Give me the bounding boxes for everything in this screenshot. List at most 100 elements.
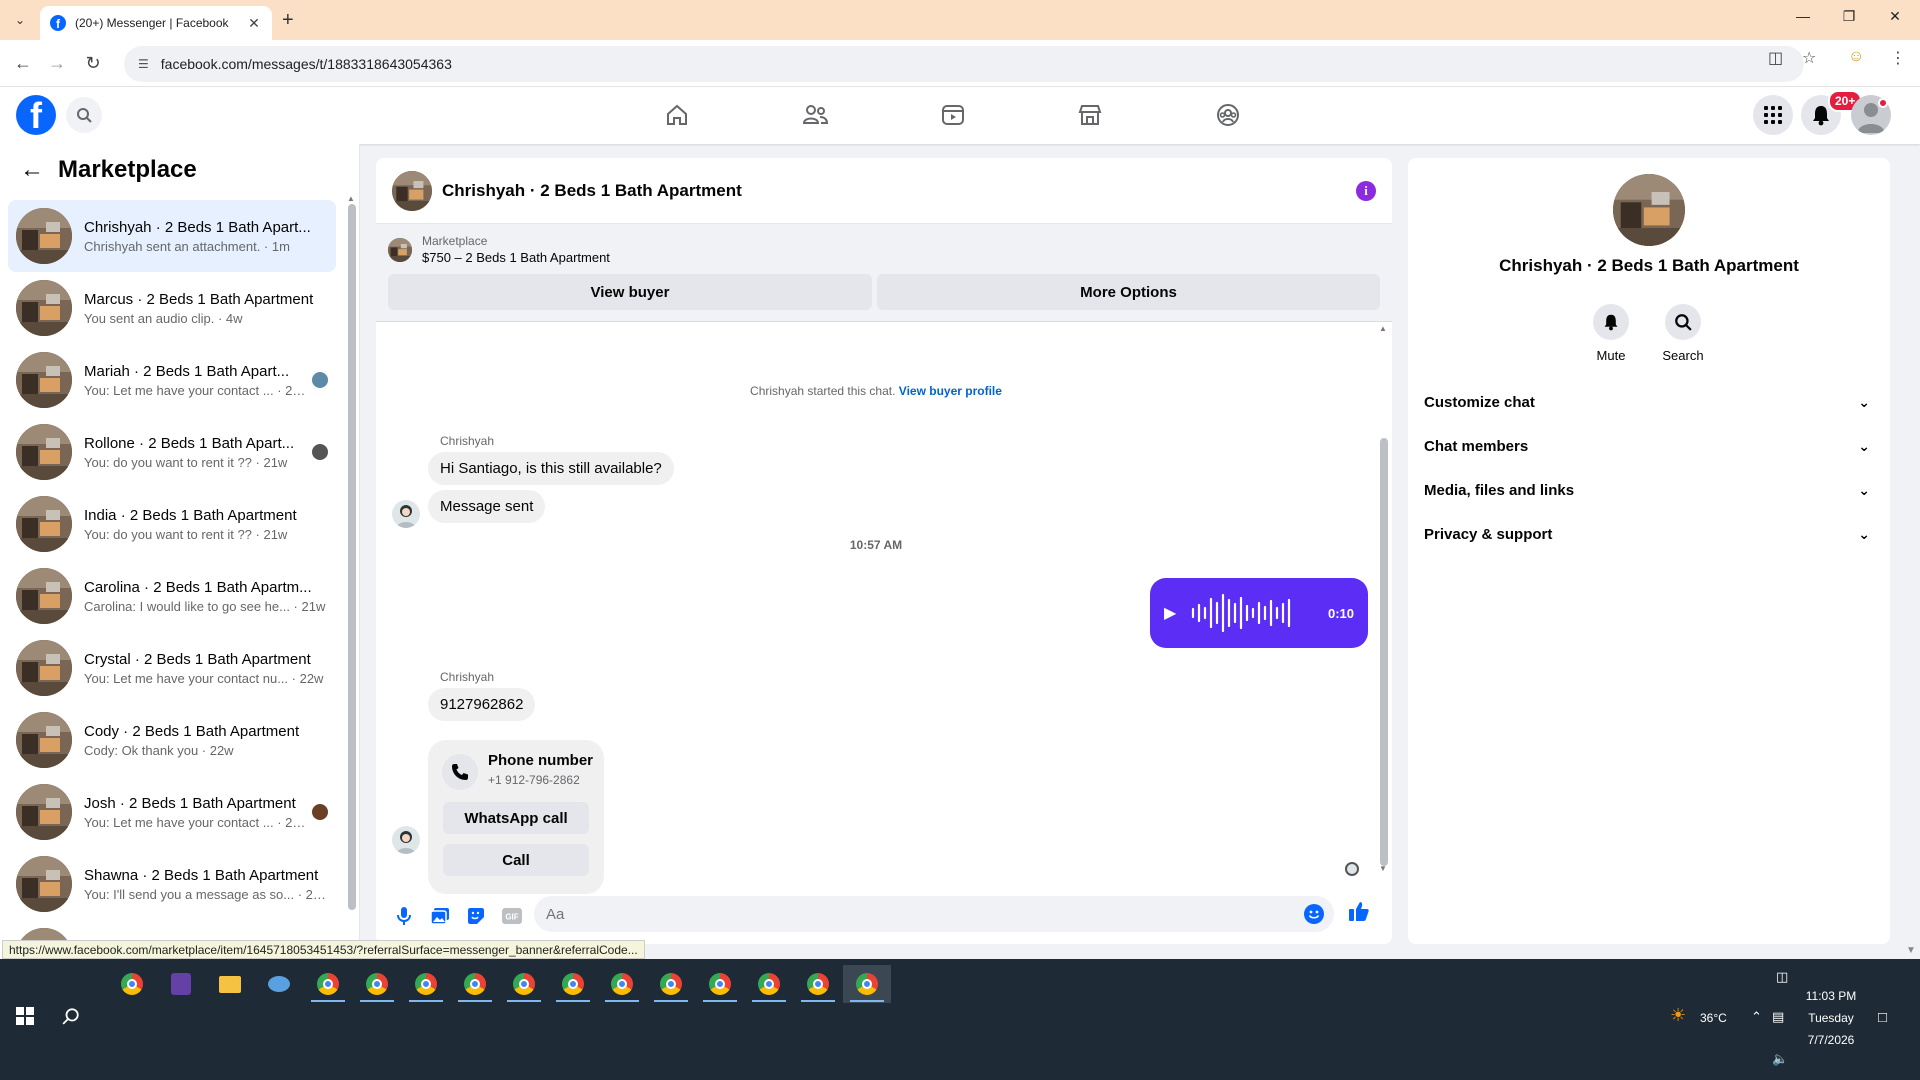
facebook-logo-icon[interactable]: f <box>16 95 56 135</box>
app-taskbar-icon[interactable] <box>255 965 303 1003</box>
notification-center-icon[interactable]: □ <box>1878 1009 1887 1026</box>
chrome-profile-taskbar-icon[interactable] <box>696 965 744 1003</box>
clock-day[interactable]: Tuesday <box>1796 1011 1866 1025</box>
chrome-profile-taskbar-icon[interactable] <box>843 965 891 1003</box>
temperature[interactable]: 36°C <box>1700 1011 1727 1025</box>
chrome-profile-taskbar-icon[interactable] <box>549 965 597 1003</box>
url-text[interactable]: facebook.com/messages/t/1883318643054363 <box>161 56 452 72</box>
new-tab-icon[interactable]: + <box>282 9 294 31</box>
taskbar-search-icon[interactable] <box>62 1007 80 1030</box>
profile-icon[interactable]: ☺ <box>1848 48 1864 66</box>
info-section-row[interactable]: Media, files and links ⌄ <box>1424 468 1874 512</box>
message-bubble[interactable]: Message sent <box>428 490 546 523</box>
install-app-icon[interactable]: ◫ <box>1768 48 1783 68</box>
tablet-mode-icon[interactable]: ◫ <box>1776 969 1788 985</box>
chevron-down-icon[interactable]: ⌄ <box>1858 482 1870 499</box>
chrome-taskbar-icon[interactable] <box>108 965 156 1003</box>
chat-thumbnail[interactable] <box>392 170 432 211</box>
omnibox[interactable]: ☰ facebook.com/messages/t/18833186430543… <box>124 46 1804 82</box>
conversation-item[interactable]: Josh · 2 Beds 1 Bath Apartment You: Let m… <box>8 776 336 848</box>
conversation-item[interactable]: Rollone · 2 Beds 1 Bath Apart... You: do … <box>8 416 336 488</box>
conversation-item[interactable]: Carolina · 2 Beds 1 Bath Apartm... Caroli… <box>8 560 336 632</box>
chrome-profile-taskbar-icon[interactable] <box>500 965 548 1003</box>
chat-scroll-up-icon[interactable]: ▲ <box>1379 324 1387 333</box>
forward-arrow-icon[interactable]: → <box>46 52 68 74</box>
restore-icon[interactable]: ❐ <box>1826 8 1872 25</box>
chrome-profile-taskbar-icon[interactable] <box>451 965 499 1003</box>
minimize-icon[interactable]: — <box>1780 8 1826 24</box>
audio-message[interactable]: ▶ 0:10 <box>1150 578 1368 648</box>
conversation-item[interactable]: Cody · 2 Beds 1 Bath Apartment Cody: Ok t… <box>8 704 336 776</box>
window-close-icon[interactable]: ✕ <box>1872 8 1918 25</box>
bookmark-star-icon[interactable]: ☆ <box>1802 48 1816 68</box>
chevron-down-icon[interactable]: ⌄ <box>1858 526 1870 543</box>
thumbs-up-icon[interactable] <box>1348 900 1370 927</box>
view-buyer-profile-link[interactable]: View buyer profile <box>899 384 1002 398</box>
conversation-item[interactable]: Shawna · 2 Beds 1 Bath Apartment You: I'l… <box>8 848 336 920</box>
conversation-item[interactable]: Chrishyah · 2 Beds 1 Bath Apart... Chrish… <box>8 200 336 272</box>
chrome-profile-taskbar-icon[interactable] <box>745 965 793 1003</box>
view-buyer-button[interactable]: View buyer <box>388 274 872 310</box>
groups-nav-icon[interactable] <box>1208 99 1248 131</box>
search-action[interactable]: Search <box>1653 304 1713 363</box>
marketplace-nav-icon[interactable] <box>1070 99 1110 131</box>
conversation-item[interactable]: Marcus · 2 Beds 1 Bath Apartment You sent… <box>8 272 336 344</box>
chrome-profile-taskbar-icon[interactable] <box>353 965 401 1003</box>
bell-icon[interactable] <box>1593 304 1629 340</box>
clock-time[interactable]: 11:03 PM <box>1796 989 1866 1003</box>
friends-nav-icon[interactable] <box>795 99 835 131</box>
more-options-button[interactable]: More Options <box>877 274 1380 310</box>
back-arrow-icon[interactable]: ← <box>12 52 34 74</box>
chat-title[interactable]: Chrishyah · 2 Beds 1 Bath Apartment <box>442 181 1356 201</box>
browser-tab[interactable]: f (20+) Messenger | Facebook ✕ <box>40 6 272 40</box>
gif-icon[interactable]: GIF <box>494 898 530 934</box>
sender-avatar[interactable] <box>392 500 420 528</box>
info-icon[interactable]: i <box>1356 180 1376 201</box>
tab-search-chevron-icon[interactable]: ⌄ <box>8 9 32 31</box>
photo-icon[interactable] <box>422 898 458 934</box>
scroll-up-arrow-icon[interactable]: ▲ <box>347 194 355 203</box>
message-bubble[interactable]: 9127962862 <box>428 688 536 721</box>
emoji-icon[interactable] <box>1304 904 1324 924</box>
chat-scrollbar[interactable] <box>1380 438 1388 866</box>
conversation-item[interactable]: India · 2 Beds 1 Bath Apartment You: do y… <box>8 488 336 560</box>
network-icon[interactable]: ▤ <box>1772 1009 1784 1025</box>
reload-icon[interactable]: ↻ <box>82 52 104 74</box>
browser-menu-icon[interactable]: ⋮ <box>1890 48 1906 68</box>
chevron-down-icon[interactable]: ⌄ <box>1858 438 1870 455</box>
chrome-profile-taskbar-icon[interactable] <box>598 965 646 1003</box>
listing-photo[interactable] <box>1613 174 1685 246</box>
back-arrow-icon[interactable]: ← <box>20 156 44 184</box>
weather-icon[interactable]: ☀ <box>1670 1005 1686 1026</box>
chrome-profile-taskbar-icon[interactable] <box>402 965 450 1003</box>
marketplace-listing-row[interactable]: Marketplace $750 – 2 Beds 1 Bath Apartme… <box>388 234 610 265</box>
info-section-row[interactable]: Privacy & support ⌄ <box>1424 512 1874 556</box>
volume-icon[interactable]: 🔈 <box>1772 1051 1788 1067</box>
home-nav-icon[interactable] <box>657 99 697 131</box>
conversation-item[interactable]: Mariah · 2 Beds 1 Bath Apart... You: Let … <box>8 344 336 416</box>
microphone-icon[interactable] <box>386 898 422 934</box>
info-section-row[interactable]: Chat members ⌄ <box>1424 424 1874 468</box>
twitch-taskbar-icon[interactable] <box>157 965 205 1003</box>
chrome-profile-taskbar-icon[interactable] <box>794 965 842 1003</box>
file-explorer-icon[interactable] <box>206 965 254 1003</box>
chrome-profile-taskbar-icon[interactable] <box>647 965 695 1003</box>
sticker-icon[interactable] <box>458 898 494 934</box>
play-icon[interactable]: ▶ <box>1164 603 1176 623</box>
mute-action[interactable]: Mute <box>1581 304 1641 363</box>
tray-chevron-icon[interactable]: ⌃ <box>1751 1009 1762 1025</box>
video-nav-icon[interactable] <box>933 99 973 131</box>
message-input[interactable] <box>534 896 1334 932</box>
page-scroll-down-icon[interactable]: ▼ <box>1906 945 1916 956</box>
chevron-down-icon[interactable]: ⌄ <box>1858 394 1870 411</box>
site-info-icon[interactable]: ☰ <box>138 57 149 71</box>
tab-close-icon[interactable]: ✕ <box>246 15 262 32</box>
call-button[interactable]: Call <box>443 844 589 876</box>
facebook-search-button[interactable] <box>66 97 102 133</box>
sidebar-scrollbar[interactable] <box>348 204 356 910</box>
whatsapp-call-button[interactable]: WhatsApp call <box>443 802 589 834</box>
menu-grid-button[interactable] <box>1753 95 1793 135</box>
info-section-row[interactable]: Customize chat ⌄ <box>1424 380 1874 424</box>
chrome-profile-taskbar-icon[interactable] <box>304 965 352 1003</box>
conversation-item[interactable]: Crystal · 2 Beds 1 Bath Apartment You: Le… <box>8 632 336 704</box>
